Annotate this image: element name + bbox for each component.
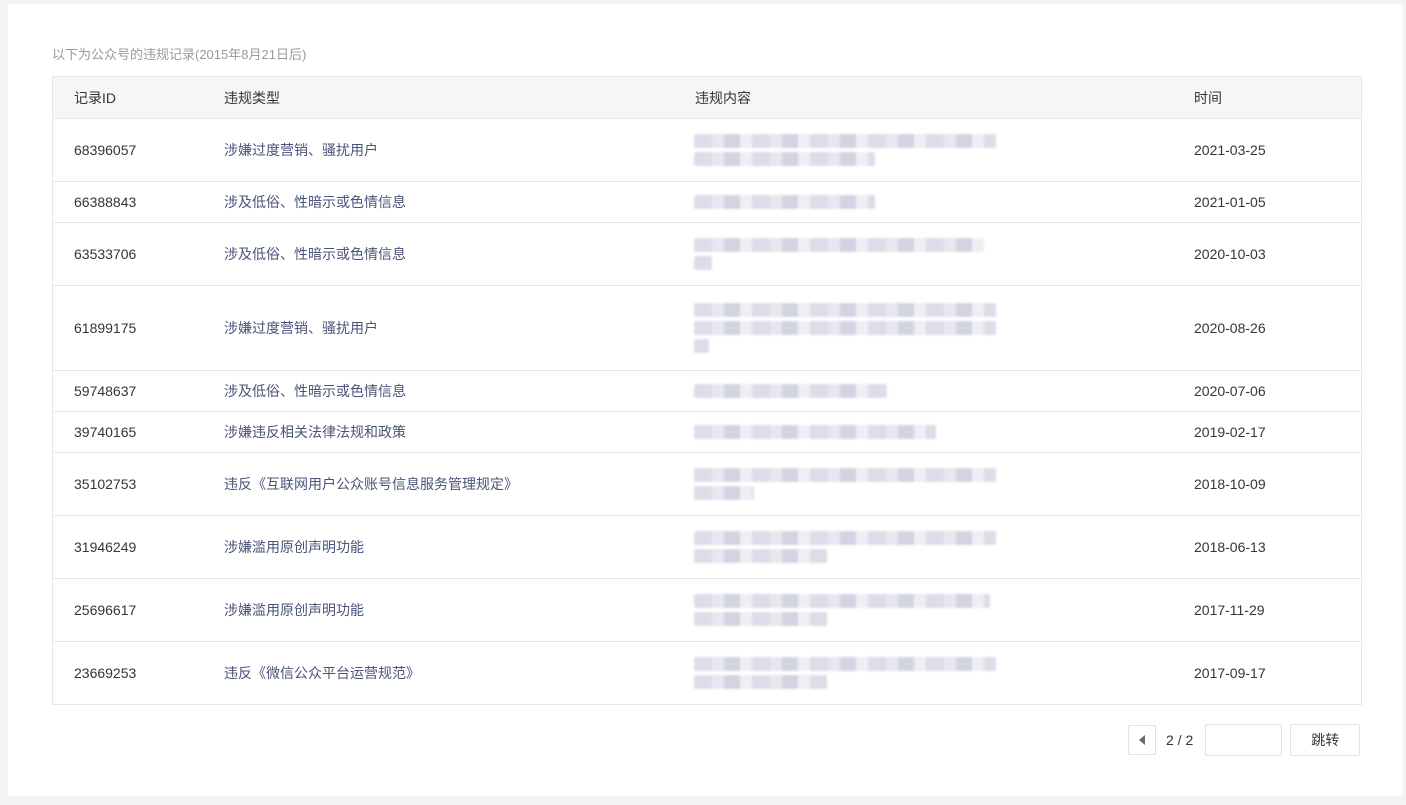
violation-content-blurred	[674, 642, 1174, 704]
violation-date: 2018-10-09	[1194, 476, 1266, 492]
table-row: 31946249 涉嫌滥用原创声明功能 2018-06-13	[53, 515, 1361, 578]
record-id: 31946249	[74, 539, 137, 555]
table-row: 61899175 涉嫌过度营销、骚扰用户 2020-08-26	[53, 285, 1361, 370]
record-id: 25696617	[74, 602, 137, 618]
violation-content-blurred	[674, 223, 1174, 285]
record-id: 59748637	[74, 383, 137, 399]
violation-content-blurred	[674, 119, 1174, 181]
header-violation-content: 违规内容	[674, 77, 1174, 118]
page-indicator: 2 / 2	[1166, 732, 1194, 748]
violation-content-blurred	[674, 371, 1174, 411]
violation-date: 2019-02-17	[1194, 424, 1266, 440]
table-header: 记录ID 违规类型 违规内容 时间	[53, 77, 1361, 118]
table-row: 59748637 涉及低俗、性暗示或色情信息 2020-07-06	[53, 370, 1361, 411]
violation-content-blurred	[674, 516, 1174, 578]
violation-type: 违反《微信公众平台运营规范》	[224, 665, 420, 681]
table-row: 35102753 违反《互联网用户公众账号信息服务管理规定》 2018-10-0…	[53, 452, 1361, 515]
violation-type: 涉及低俗、性暗示或色情信息	[224, 246, 406, 262]
violation-content-blurred	[674, 453, 1174, 515]
jump-button[interactable]: 跳转	[1290, 724, 1361, 756]
violation-content-blurred	[674, 412, 1174, 452]
violation-type: 涉嫌滥用原创声明功能	[224, 539, 364, 555]
violation-date: 2020-07-06	[1194, 383, 1266, 399]
table-row: 66388843 涉及低俗、性暗示或色情信息 2021-01-05	[53, 181, 1361, 222]
table-row: 23669253 违反《微信公众平台运营规范》 2017-09-17	[53, 641, 1361, 704]
record-id: 63533706	[74, 246, 137, 262]
record-id: 35102753	[74, 476, 137, 492]
violation-records-card: 以下为公众号的违规记录(2015年8月21日后) 记录ID 违规类型 违规内容 …	[8, 4, 1403, 796]
records-caption: 以下为公众号的违规记录(2015年8月21日后)	[52, 47, 307, 62]
violation-type: 涉及低俗、性暗示或色情信息	[224, 383, 406, 399]
violation-type: 涉嫌过度营销、骚扰用户	[224, 142, 378, 158]
violation-type: 涉嫌过度营销、骚扰用户	[224, 320, 378, 336]
violation-date: 2021-03-25	[1194, 142, 1266, 158]
record-id: 23669253	[74, 665, 137, 681]
violation-type: 涉及低俗、性暗示或色情信息	[224, 194, 406, 210]
pagination: 2 / 2 跳转	[1128, 724, 1361, 756]
table-row: 68396057 涉嫌过度营销、骚扰用户 2021-03-25	[53, 118, 1361, 181]
header-violation-content-label: 违规内容	[695, 89, 751, 106]
violation-date: 2018-06-13	[1194, 539, 1266, 555]
table-row: 39740165 涉嫌违反相关法律法规和政策 2019-02-17	[53, 411, 1361, 452]
record-id: 66388843	[74, 194, 137, 210]
prev-page-button[interactable]	[1128, 725, 1156, 755]
header-violation-type: 违规类型	[224, 89, 280, 106]
record-id: 61899175	[74, 320, 137, 336]
violation-date: 2020-10-03	[1194, 246, 1266, 262]
record-id: 39740165	[74, 424, 137, 440]
violation-table: 记录ID 违规类型 违规内容 时间 68396057 涉嫌过度营销、骚扰用户 2…	[52, 76, 1362, 705]
violation-content-blurred	[674, 286, 1174, 370]
violation-date: 2017-09-17	[1194, 665, 1266, 681]
violation-type: 涉嫌违反相关法律法规和政策	[224, 424, 406, 440]
violation-date: 2020-08-26	[1194, 320, 1266, 336]
page-jump-input[interactable]	[1205, 724, 1283, 756]
table-row: 63533706 涉及低俗、性暗示或色情信息 2020-10-03	[53, 222, 1361, 285]
violation-type: 涉嫌滥用原创声明功能	[224, 602, 364, 618]
violation-type: 违反《互联网用户公众账号信息服务管理规定》	[224, 476, 518, 492]
violation-content-blurred	[674, 579, 1174, 641]
triangle-left-icon	[1139, 735, 1145, 745]
violation-date: 2017-11-29	[1194, 602, 1265, 618]
record-id: 68396057	[74, 142, 137, 158]
violation-content-blurred	[674, 182, 1174, 222]
header-time: 时间	[1194, 89, 1222, 106]
table-row: 25696617 涉嫌滥用原创声明功能 2017-11-29	[53, 578, 1361, 641]
violation-date: 2021-01-05	[1194, 194, 1266, 210]
header-record-id: 记录ID	[74, 89, 116, 106]
